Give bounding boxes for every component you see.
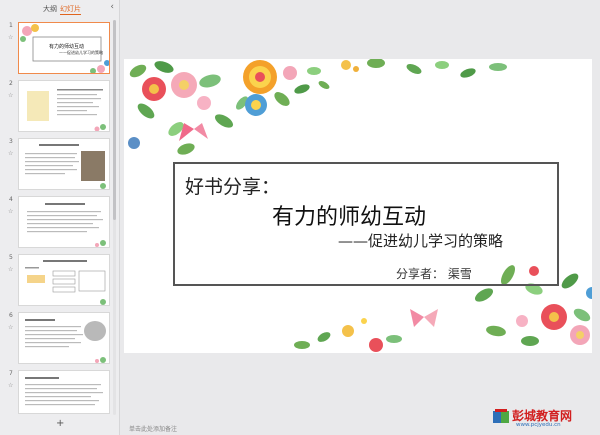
slide-canvas[interactable]: 好书分享： 有力的师幼互动 ——促进幼儿学习的策略 分享者： 渠雪 <box>124 59 592 353</box>
slide-heading-label[interactable]: 好书分享： <box>185 172 280 199</box>
thumbnail-row[interactable]: 3 ☆ <box>0 138 116 190</box>
watermark: 彭城教育网 www.pcjyedu.cn <box>492 406 590 432</box>
star-icon: ☆ <box>8 150 14 157</box>
thumbnail-title: 有力的师幼互动 <box>49 44 85 50</box>
slide-thumbnail-panel: 大纲 幻灯片 ‹ 1 ☆ 有力的师幼互动 ——促进幼儿学习的策略 2 ☆ 3 ☆… <box>0 0 120 435</box>
notes-placeholder[interactable]: 单击此处添加备注 <box>129 424 177 433</box>
slide-title[interactable]: 有力的师幼互动 <box>272 199 426 231</box>
top-right-leaves <box>341 59 507 78</box>
thumbnail-number: 5 <box>9 254 13 261</box>
slide-thumbnail-5[interactable] <box>18 254 110 306</box>
slide-subtitle[interactable]: ——促进幼儿学习的策略 <box>338 230 503 251</box>
thumbnail-row[interactable]: 7 ☆ <box>0 370 116 414</box>
thumbnail-row[interactable]: 5 ☆ <box>0 254 116 306</box>
tab-slides[interactable]: 幻灯片 <box>60 4 81 15</box>
thumbnail-decoration <box>25 144 106 189</box>
watermark-logo-icon <box>493 409 509 423</box>
thumbnail-number: 6 <box>9 312 13 319</box>
thumbnail-decoration <box>25 319 106 363</box>
thumbnail-decoration <box>25 260 106 305</box>
star-icon: ☆ <box>8 208 14 215</box>
tab-outline[interactable]: 大纲 <box>43 4 57 14</box>
star-icon: ☆ <box>8 92 14 99</box>
chevron-left-icon[interactable]: ‹ <box>110 2 114 12</box>
thumbnail-number: 4 <box>9 196 13 203</box>
thumbnail-scrollbar-thumb[interactable] <box>113 20 116 220</box>
slide-thumbnail-1[interactable]: 有力的师幼互动 ——促进幼儿学习的策略 <box>18 22 110 74</box>
thumbnail-decoration <box>27 203 106 247</box>
slide-presenter[interactable]: 分享者： 渠雪 <box>396 265 472 282</box>
plus-icon[interactable]: + <box>56 418 64 429</box>
slide-thumbnail-4[interactable] <box>18 196 110 248</box>
slide-thumbnail-2[interactable] <box>18 80 110 132</box>
thumbnail-subtitle: ——促进幼儿学习的策略 <box>59 50 103 55</box>
slide-thumbnail-7[interactable] <box>18 370 110 414</box>
thumbnail-number: 1 <box>9 22 13 29</box>
panel-tabs: 大纲 幻灯片 ‹ <box>0 0 120 16</box>
thumbnail-row[interactable]: 4 ☆ <box>0 196 116 248</box>
thumbnail-number: 2 <box>9 80 13 87</box>
top-left-flowers <box>128 60 330 155</box>
star-icon: ☆ <box>8 382 14 389</box>
star-icon: ☆ <box>8 324 14 331</box>
thumbnail-row[interactable]: 1 ☆ 有力的师幼互动 ——促进幼儿学习的策略 <box>0 22 116 74</box>
thumbnail-decoration <box>27 89 106 131</box>
star-icon: ☆ <box>8 266 14 273</box>
slide-thumbnail-3[interactable] <box>18 138 110 190</box>
star-icon: ☆ <box>8 34 14 41</box>
thumbnail-row[interactable]: 2 ☆ <box>0 80 116 132</box>
thumbnail-number: 3 <box>9 138 13 145</box>
slide-thumbnail-6[interactable] <box>18 312 110 364</box>
thumbnail-number: 7 <box>9 370 13 377</box>
thumbnail-decoration <box>25 377 103 406</box>
thumbnail-row[interactable]: 6 ☆ <box>0 312 116 364</box>
watermark-url: www.pcjyedu.cn <box>516 422 561 428</box>
slide-canvas-area: 好书分享： 有力的师幼互动 ——促进幼儿学习的策略 分享者： 渠雪 <box>121 0 600 435</box>
